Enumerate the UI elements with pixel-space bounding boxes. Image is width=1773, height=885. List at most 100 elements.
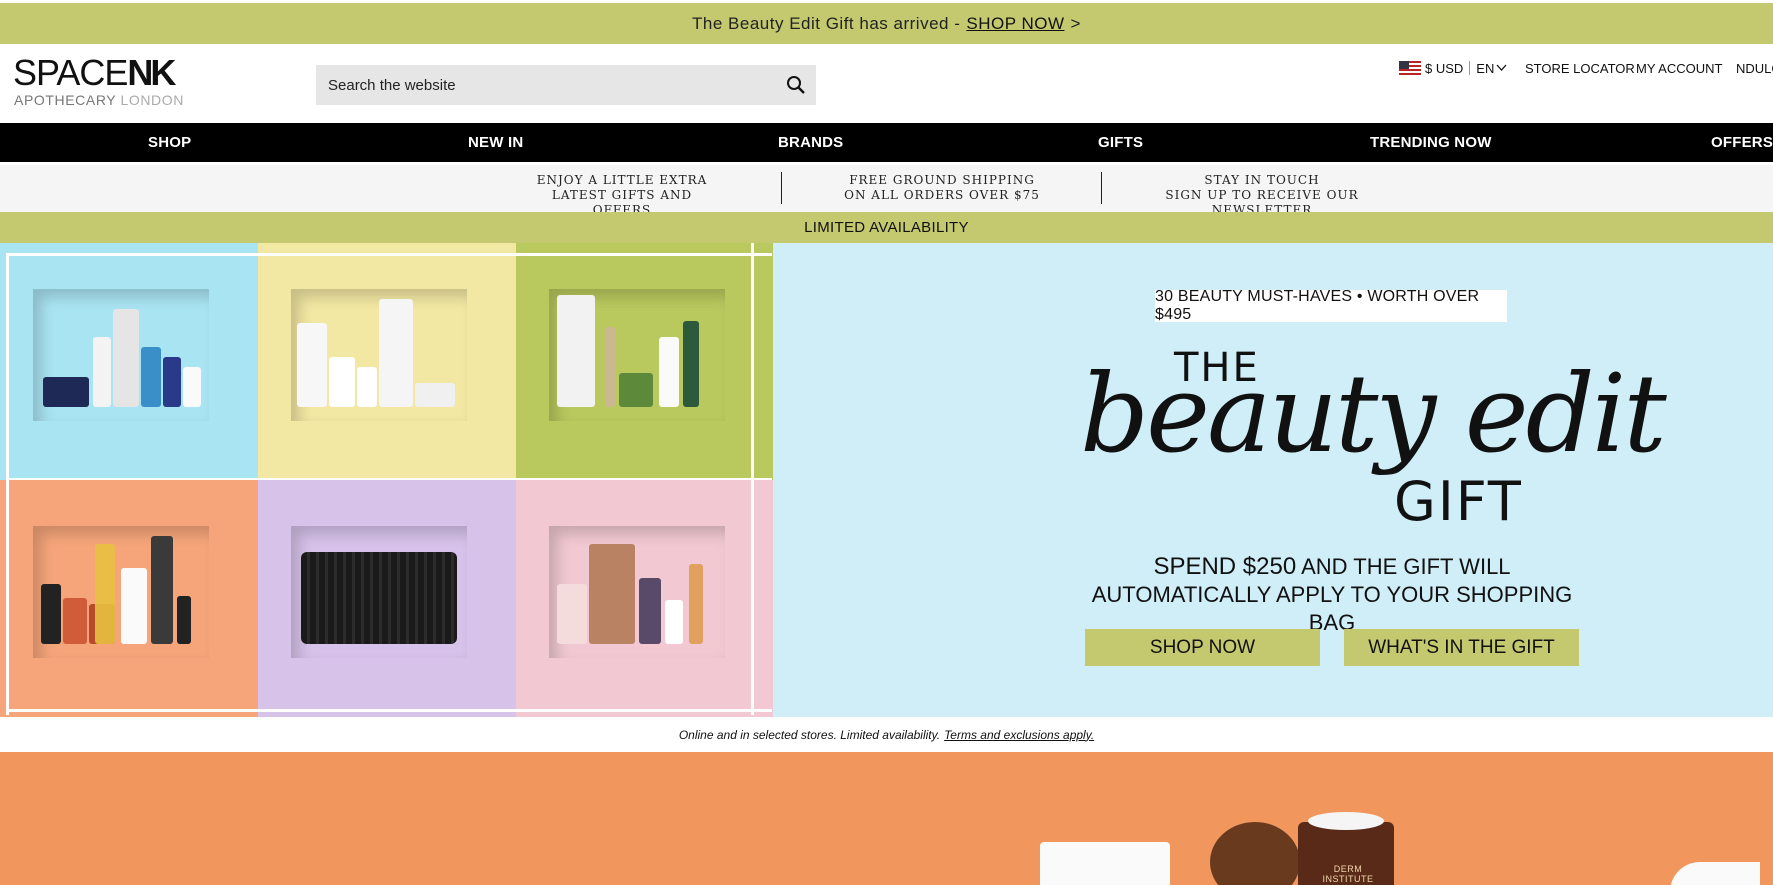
product-bottle — [177, 596, 191, 644]
product-pouch — [1040, 842, 1170, 885]
product-tile — [516, 243, 774, 480]
frame-line — [6, 253, 9, 715]
frame-line — [6, 253, 772, 256]
indulge-link[interactable]: NDULG — [1736, 58, 1773, 78]
whats-in-the-gift-button[interactable]: WHAT'S IN THE GIFT — [1344, 629, 1579, 666]
product-tube — [557, 584, 587, 644]
nav-gifts[interactable]: GIFTS — [1098, 134, 1143, 151]
product-bottle — [1670, 862, 1760, 885]
product-tube — [121, 568, 147, 644]
product-jar — [415, 383, 455, 407]
product-bottle — [163, 357, 181, 407]
hero-spend-amount: SPEND $250 — [1153, 553, 1297, 580]
promo-banner: The Beauty Edit Gift has arrived - SHOP … — [0, 3, 1773, 44]
product-jar-lid — [1210, 822, 1300, 885]
disclaimer-text: Online and in selected stores. Limited a… — [678, 727, 941, 742]
search-input[interactable] — [326, 75, 786, 95]
benefit-newsletter-title: STAY IN TOUCH — [1204, 173, 1320, 187]
limited-availability-banner: LIMITED AVAILABILITY — [0, 212, 1773, 243]
product-tube — [93, 337, 111, 407]
divider — [1469, 61, 1471, 75]
product-tile — [258, 480, 516, 717]
store-locator-link[interactable]: STORE LOCATOR — [1525, 58, 1635, 78]
hero-spend-rest: AND THE GIFT WILL — [1301, 554, 1511, 579]
hero-value-pill: 30 BEAUTY MUST-HAVES • WORTH OVER $495 — [1155, 288, 1507, 323]
product-bottle — [141, 347, 161, 407]
product-tile — [0, 480, 258, 717]
terms-link[interactable]: Terms and exclusions apply. — [944, 728, 1094, 742]
product-niche — [291, 289, 467, 421]
product-tube — [297, 323, 327, 407]
next-promo-section: DERM INSTITUTE — [0, 752, 1773, 885]
nav-new-in[interactable]: NEW IN — [468, 134, 523, 151]
hero-title-beauty-edit: beauty edit — [1080, 352, 1667, 477]
product-tube — [151, 536, 173, 644]
product-sheet-mask — [589, 544, 635, 644]
disclaimer: Online and in selected stores. Limited a… — [0, 717, 1773, 752]
nav-offers[interactable]: OFFERS — [1711, 134, 1773, 151]
frame-line — [6, 478, 772, 480]
product-tile — [516, 480, 774, 717]
divider — [781, 172, 782, 204]
product-niche — [549, 526, 725, 658]
search-bar — [316, 65, 816, 105]
logo-apothecary: APOTHECARY — [14, 92, 116, 108]
search-icon[interactable] — [786, 75, 806, 95]
hero-title-gift: GIFT — [1394, 470, 1523, 533]
product-tube — [41, 584, 61, 644]
promo-arrow: > — [1070, 13, 1081, 33]
product-tile — [0, 243, 258, 480]
product-tile — [258, 243, 516, 480]
product-tube — [183, 367, 201, 407]
nav-brands[interactable]: BRANDS — [778, 134, 843, 151]
nav-trending-now[interactable]: TRENDING NOW — [1370, 134, 1492, 151]
benefit-shipping-subtitle: ON ALL ORDERS OVER $75 — [844, 188, 1040, 202]
promo-text: The Beauty Edit Gift has arrived - — [692, 13, 961, 33]
product-lipgloss — [689, 564, 703, 644]
product-bottle — [639, 578, 661, 644]
product-bottle — [683, 321, 699, 407]
product-bottle — [665, 600, 683, 644]
product-dropper-bottle — [95, 544, 115, 644]
product-jar — [329, 357, 355, 407]
product-label: DERM INSTITUTE — [1322, 864, 1374, 884]
product-jar — [43, 377, 89, 407]
product-niche — [291, 526, 467, 658]
product-jar — [619, 373, 653, 407]
nav-shop[interactable]: SHOP — [148, 134, 191, 151]
main-nav: SHOP NEW IN BRANDS GIFTS TRENDING NOW OF… — [0, 123, 1773, 162]
product-tube — [379, 299, 413, 407]
product-bottle — [63, 598, 87, 644]
logo-nk: NK — [127, 52, 176, 93]
logo[interactable]: SPACENK — [13, 52, 176, 93]
promo-shop-now-link[interactable]: SHOP NOW — [966, 14, 1064, 34]
product-niche — [33, 289, 209, 421]
product-tube — [557, 295, 595, 407]
currency-language-selector[interactable]: $ USD EN — [1399, 58, 1507, 78]
product-tube — [659, 337, 679, 407]
language-label: EN — [1476, 60, 1495, 76]
product-bottle — [113, 309, 139, 407]
product-cream — [1308, 812, 1384, 830]
benefits-bar: ENJOY A LITTLE EXTRA LATEST GIFTS AND OF… — [0, 165, 1773, 217]
logo-london: LONDON — [120, 92, 184, 108]
logo-subtitle: APOTHECARY LONDON — [14, 92, 184, 108]
chevron-down-icon — [1496, 64, 1507, 71]
benefit-shipping-title: FREE GROUND SHIPPING — [849, 173, 1035, 187]
product-niche — [33, 526, 209, 658]
my-account-link[interactable]: MY ACCOUNT — [1636, 58, 1722, 78]
divider — [1101, 172, 1102, 204]
hero-product-grid[interactable] — [0, 243, 774, 717]
frame-line — [6, 709, 772, 712]
product-bottle — [357, 367, 377, 407]
currency-label: $ USD — [1425, 60, 1464, 76]
product-mascara — [605, 327, 615, 407]
logo-space: SPACE — [13, 52, 128, 93]
shop-now-button[interactable]: SHOP NOW — [1085, 629, 1320, 666]
product-pouch — [301, 552, 457, 644]
hero-spend-text: SPEND $250 AND THE GIFT WILL AUTOMATICAL… — [1085, 553, 1579, 637]
benefit-shipping[interactable]: FREE GROUND SHIPPING ON ALL ORDERS OVER … — [842, 173, 1042, 203]
product-niche — [549, 289, 725, 421]
benefit-extra-title: ENJOY A LITTLE EXTRA — [536, 173, 708, 187]
us-flag-icon — [1399, 60, 1421, 76]
